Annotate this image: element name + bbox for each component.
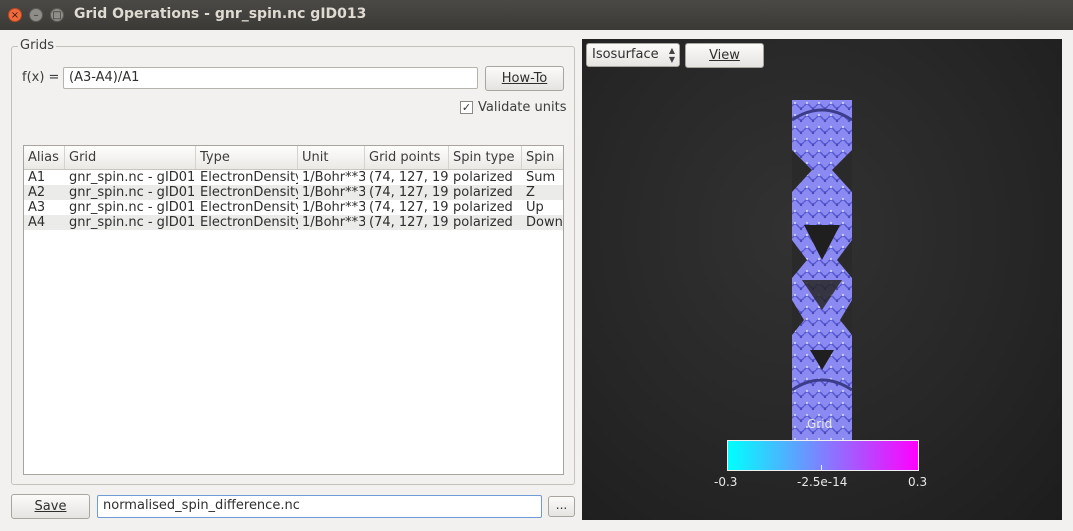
grids-table: Alias Grid Type Unit Grid points Spin ty… xyxy=(23,145,564,475)
formula-input[interactable]: (A3-A4)/A1 xyxy=(63,67,478,89)
cell-grid-points: (74, 127, 19) xyxy=(369,185,449,200)
howto-button[interactable]: How-To xyxy=(485,66,564,91)
fx-label: f(x) = xyxy=(22,70,60,85)
view-button-label: View xyxy=(709,48,740,63)
column-header-spin[interactable]: Spin xyxy=(522,146,563,169)
validate-units-checkbox[interactable]: ✓ xyxy=(460,101,473,114)
cell-grid: gnr_spin.nc - gID013 xyxy=(69,170,196,185)
cell-spin: Down xyxy=(526,215,563,230)
close-window-icon[interactable]: × xyxy=(8,8,22,22)
column-header-grid[interactable]: Grid xyxy=(65,146,196,169)
browse-button[interactable]: ... xyxy=(548,496,575,517)
colorbar-mid-label: -2.5e-14 xyxy=(797,475,848,489)
colorbar-max-label: 0.3 xyxy=(908,475,928,489)
grids-group-label: Grids xyxy=(18,38,57,53)
column-header-unit[interactable]: Unit xyxy=(298,146,365,169)
table-row[interactable]: A3 gnr_spin.nc - gID013 ElectronDensity … xyxy=(24,200,563,215)
cell-spin-type: polarized xyxy=(453,185,513,200)
cell-type: ElectronDensity xyxy=(200,185,298,200)
cell-grid: gnr_spin.nc - gID013 xyxy=(69,200,196,215)
cell-unit: 1/Bohr**3 xyxy=(302,200,365,215)
view-button[interactable]: View xyxy=(685,43,764,68)
table-row[interactable]: A4 gnr_spin.nc - gID013 ElectronDensity … xyxy=(24,215,563,230)
cell-spin: Sum xyxy=(526,170,556,185)
column-header-spin-type[interactable]: Spin type xyxy=(449,146,522,169)
spin-arrows-icon: ▲ ▼ xyxy=(668,46,675,64)
maximize-window-icon[interactable]: □ xyxy=(50,8,64,22)
cell-unit: 1/Bohr**3 xyxy=(302,185,365,200)
cell-alias: A4 xyxy=(28,215,46,230)
render-mode-value: Isosurface xyxy=(592,47,659,62)
window-titlebar: × – □ Grid Operations - gnr_spin.nc gID0… xyxy=(0,0,1073,30)
cell-grid: gnr_spin.nc - gID013 xyxy=(69,185,196,200)
column-header-type[interactable]: Type xyxy=(196,146,298,169)
cell-type: ElectronDensity xyxy=(200,215,298,230)
table-row[interactable]: A1 gnr_spin.nc - gID013 ElectronDensity … xyxy=(24,170,563,185)
save-button-label: Save xyxy=(34,499,67,514)
colorbar-min-label: -0.3 xyxy=(714,475,738,489)
validate-units-label[interactable]: Validate units xyxy=(478,100,566,115)
colorbar xyxy=(727,440,919,471)
cell-spin-type: polarized xyxy=(453,170,513,185)
table-row[interactable]: A2 gnr_spin.nc - gID013 ElectronDensity … xyxy=(24,185,563,200)
window-title: Grid Operations - gnr_spin.nc gID013 xyxy=(74,6,367,22)
cell-unit: 1/Bohr**3 xyxy=(302,170,365,185)
filename-input[interactable]: normalised_spin_difference.nc xyxy=(97,495,542,518)
cell-alias: A3 xyxy=(28,200,46,215)
cell-spin-type: polarized xyxy=(453,215,513,230)
cell-spin: Up xyxy=(526,200,544,215)
cell-spin-type: polarized xyxy=(453,200,513,215)
save-button[interactable]: Save xyxy=(11,494,90,519)
cell-grid-points: (74, 127, 19) xyxy=(369,170,449,185)
howto-button-label: How-To xyxy=(501,71,548,86)
cell-spin: Z xyxy=(526,185,535,200)
minimize-window-icon[interactable]: – xyxy=(29,8,43,22)
cell-grid-points: (74, 127, 19) xyxy=(369,200,449,215)
cell-unit: 1/Bohr**3 xyxy=(302,215,365,230)
colorbar-tick xyxy=(821,465,822,471)
cell-grid: gnr_spin.nc - gID013 xyxy=(69,215,196,230)
render-mode-select[interactable]: Isosurface ▲ ▼ xyxy=(586,43,680,67)
cell-type: ElectronDensity xyxy=(200,200,298,215)
cell-type: ElectronDensity xyxy=(200,170,298,185)
isosurface-render xyxy=(792,100,852,440)
cell-alias: A1 xyxy=(28,170,46,185)
viewer-3d[interactable]: Isosurface ▲ ▼ View Grid -0.3 -2.5e-14 0.… xyxy=(582,39,1062,520)
table-header: Alias Grid Type Unit Grid points Spin ty… xyxy=(24,146,563,170)
cell-alias: A2 xyxy=(28,185,46,200)
cell-grid-points: (74, 127, 19) xyxy=(369,215,449,230)
column-header-grid-points[interactable]: Grid points xyxy=(365,146,449,169)
column-header-alias[interactable]: Alias xyxy=(24,146,65,169)
colorbar-title: Grid xyxy=(807,417,833,431)
